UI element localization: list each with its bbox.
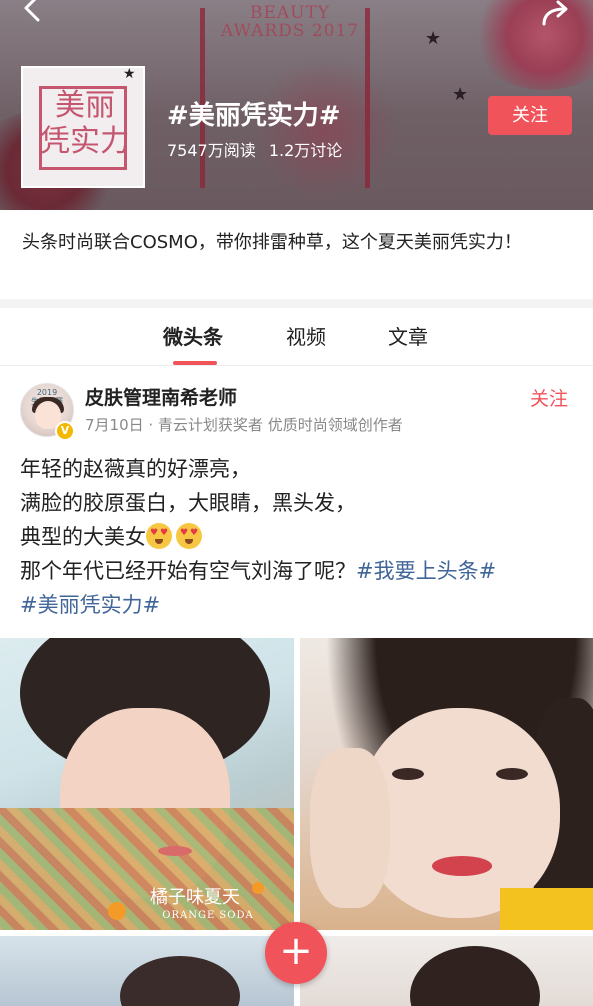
- tab-weitoutiao[interactable]: 微头条: [163, 324, 223, 350]
- follow-author-button[interactable]: 关注: [530, 386, 568, 412]
- tab-video[interactable]: 视频: [286, 324, 326, 350]
- post-line: 典型的大美女 ♥ ♥ ♥ ♥: [20, 520, 580, 554]
- post-line: 那个年代已经开始有空气刘海了呢？#我要上头条#: [20, 559, 497, 583]
- post-line: 满脸的胶原蛋白，大眼睛，黑头发，: [20, 491, 356, 515]
- back-arrow-icon: [24, 0, 40, 22]
- back-button[interactable]: [18, 0, 48, 24]
- star-icon: ★: [425, 28, 442, 49]
- post-meta: 7月10日 · 青云计划获奖者 优质时尚领域创作者: [85, 416, 403, 434]
- read-count: 7547万阅读: [167, 141, 256, 160]
- hashtag-link[interactable]: #美丽凭实力#: [20, 593, 160, 617]
- post-photo[interactable]: [300, 936, 593, 1006]
- hashtag-link[interactable]: #我要上头条#: [356, 559, 496, 583]
- heart-eyes-emoji-icon: ♥ ♥: [176, 523, 202, 549]
- verified-badge-icon: V: [55, 421, 75, 441]
- follow-topic-button[interactable]: 关注: [488, 96, 572, 135]
- photo-caption: 橘子味夏天: [150, 887, 240, 908]
- post-text[interactable]: 年轻的赵薇真的好漂亮， 满脸的胶原蛋白，大眼睛，黑头发， 典型的大美女 ♥ ♥ ♥ ♥ …: [20, 452, 580, 622]
- section-divider: [0, 299, 593, 308]
- post-photo[interactable]: 橘子味夏天 ORANGE SODA: [0, 638, 294, 930]
- heart-eyes-emoji-icon: ♥ ♥: [146, 523, 172, 549]
- share-button[interactable]: [540, 0, 574, 26]
- topic-description: 头条时尚联合COSMO，带你排雷种草，这个夏天美丽凭实力！: [22, 232, 522, 253]
- decor-blot: [470, 0, 593, 90]
- topic-cover-image: 美丽 凭实力 ★: [21, 66, 145, 188]
- orange-icon: [108, 902, 126, 920]
- topic-stats: 7547万阅读 1.2万讨论: [167, 140, 342, 162]
- photo-subcaption: ORANGE SODA: [162, 910, 254, 921]
- star-icon: ★: [123, 66, 136, 82]
- post-photo[interactable]: [0, 936, 294, 1006]
- publish-button[interactable]: +: [265, 922, 327, 984]
- post-line: 年轻的赵薇真的好漂亮，: [20, 457, 251, 481]
- post-line: #美丽凭实力#: [20, 588, 580, 622]
- active-tab-indicator: [173, 361, 217, 365]
- post-photo[interactable]: [300, 638, 593, 930]
- plus-icon: +: [279, 928, 313, 974]
- topic-title: #美丽凭实力#: [167, 101, 341, 131]
- background-poster-lettering: BEAUTY AWARDS 2017: [220, 3, 360, 41]
- author-name[interactable]: 皮肤管理南希老师: [85, 385, 237, 411]
- discussion-count: 1.2万讨论: [268, 141, 343, 160]
- star-icon: ★: [452, 84, 469, 105]
- tab-article[interactable]: 文章: [388, 324, 428, 350]
- topic-header: BEAUTY AWARDS 2017 ★ ★ 美丽 凭实力 ★ #美丽凭实力# 75…: [0, 0, 593, 210]
- content-tabs: 微头条 视频 文章: [0, 308, 593, 366]
- share-arrow-icon: [542, 0, 568, 26]
- cover-lettering: 美丽 凭实力: [40, 88, 130, 159]
